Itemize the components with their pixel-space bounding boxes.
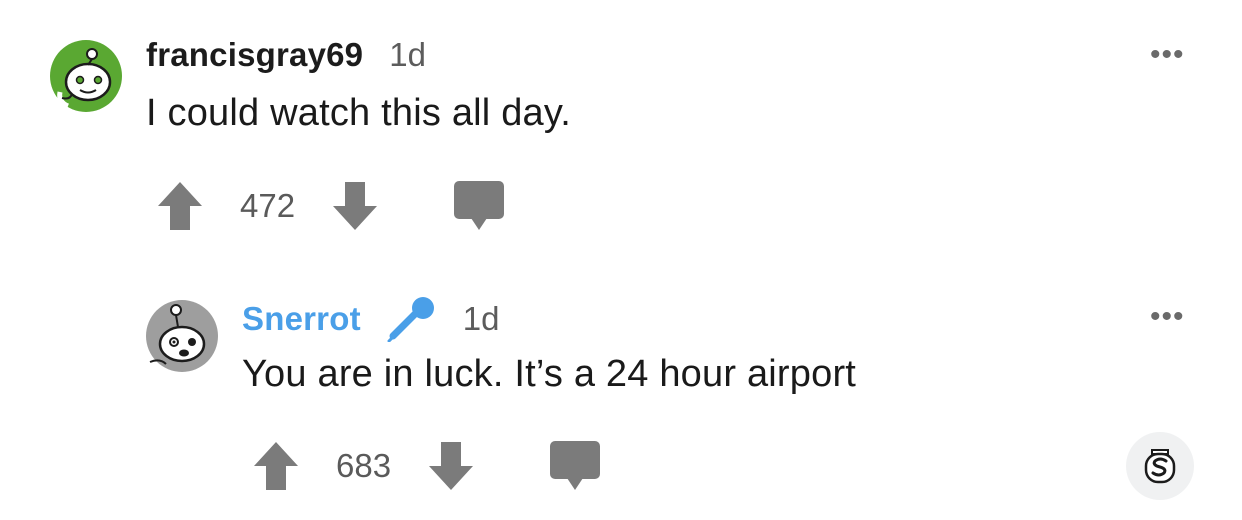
vote-count: 472 — [240, 187, 296, 224]
arrow-up-icon — [254, 442, 298, 490]
more-options-button[interactable]: ••• — [1150, 40, 1185, 70]
comment-header: francisgray69 1d — [146, 36, 426, 74]
username[interactable]: francisgray69 — [146, 36, 363, 74]
vote-count: 683 — [336, 447, 392, 484]
microphone-icon — [387, 296, 437, 342]
timestamp: 1d — [389, 36, 426, 73]
avatar[interactable] — [50, 40, 122, 112]
more-options-button[interactable]: ••• — [1150, 302, 1185, 332]
comment-actions: 472 — [156, 180, 505, 232]
arrow-down-icon — [333, 182, 378, 230]
award-button[interactable] — [1126, 432, 1194, 500]
downvote-button[interactable] — [331, 180, 379, 232]
upvote-button[interactable] — [156, 180, 204, 232]
comment-text: I could watch this all day. — [146, 92, 572, 134]
avatar[interactable] — [146, 300, 218, 372]
comment-header: Snerrot 1d — [242, 296, 499, 342]
reply-button[interactable] — [453, 180, 505, 232]
downvote-button[interactable] — [427, 440, 475, 492]
comment-actions: 683 — [252, 440, 601, 492]
speech-bubble-icon — [454, 181, 505, 230]
comment-text: You are in luck. It’s a 24 hour airport — [242, 353, 857, 395]
upvote-button[interactable] — [252, 440, 300, 492]
arrow-up-icon — [158, 182, 202, 230]
arrow-down-icon — [429, 442, 474, 490]
award-icon — [1144, 449, 1176, 484]
speech-bubble-icon — [550, 441, 601, 490]
username[interactable]: Snerrot — [242, 300, 361, 338]
timestamp: 1d — [462, 300, 500, 337]
reply-button[interactable] — [549, 440, 601, 492]
